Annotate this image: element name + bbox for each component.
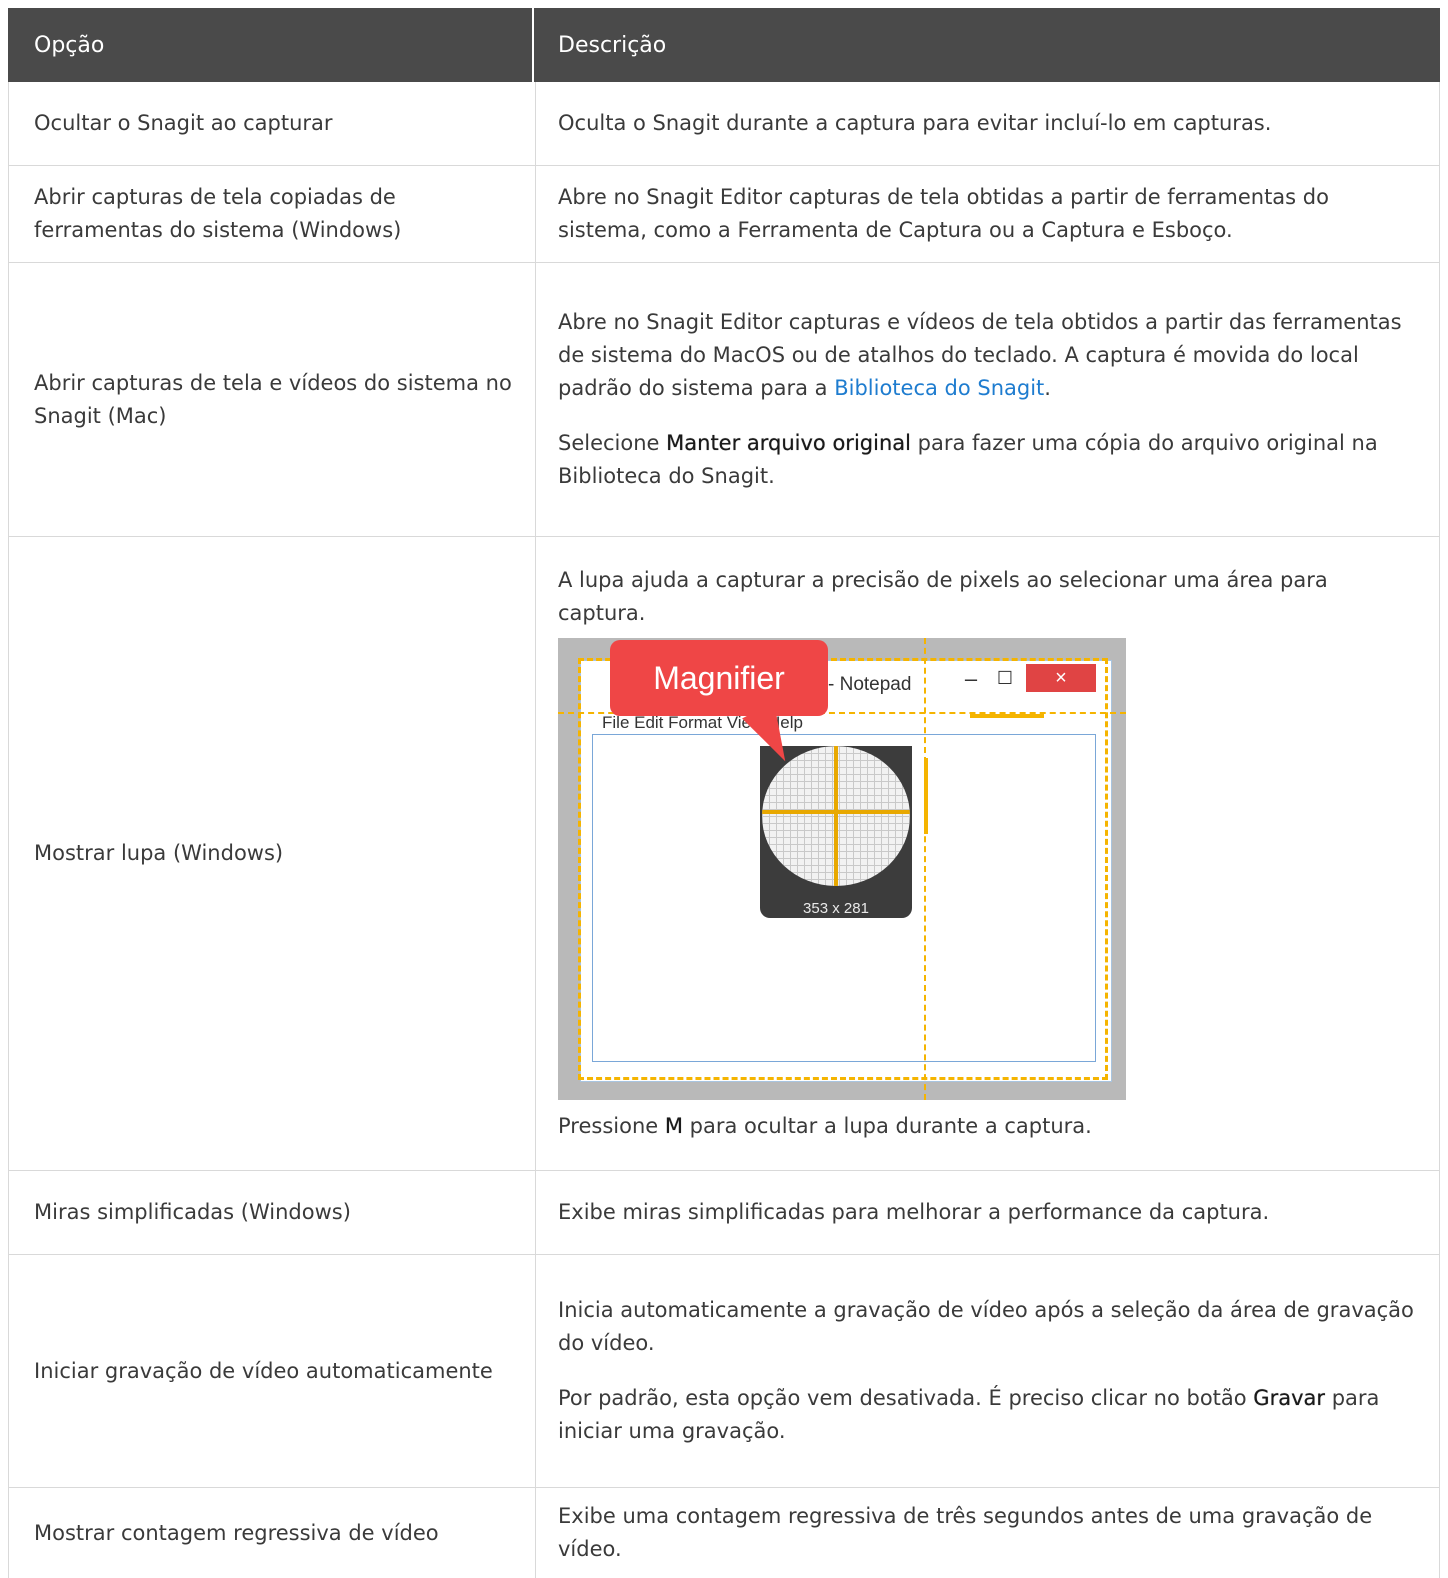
crosshair-vertical [924,638,926,1100]
description-cell: Abre no Snagit Editor capturas e vídeos … [536,263,1440,536]
option-cell: Mostrar contagem regressiva de vídeo [8,1488,536,1578]
note-prefix: Por padrão, esta opção vem desativada. É… [558,1386,1254,1410]
description-text: Inicia automaticamente a gravação de víd… [558,1298,1414,1355]
note-prefix: Pressione [558,1114,665,1138]
description-text: A lupa ajuda a capturar a precisão de pi… [558,568,1328,625]
description-cell: Exibe miras simplificadas para melhorar … [536,1171,1440,1254]
magnifier-icon: 353 x 281 [760,746,912,918]
note-bold: Manter arquivo original [666,431,911,455]
table-row: Mostrar contagem regressiva de vídeo Exi… [8,1488,1440,1578]
option-cell: Abrir capturas de tela copiadas de ferra… [8,166,536,262]
crosshair-bar [924,758,928,834]
note-text: Pressione M para ocultar a lupa durante … [558,1110,1419,1143]
magnifier-screenshot: - Notepad – ☐ × File Edit Format View He… [558,638,1126,1100]
table-row: Miras simplificadas (Windows) Exibe mira… [8,1171,1440,1255]
options-table: Opção Descrição Ocultar o Snagit ao capt… [8,8,1440,1578]
table-row: Abrir capturas de tela e vídeos do siste… [8,263,1440,537]
crosshair-bar [970,714,1044,718]
description-cell: Exibe uma contagem regressiva de três se… [536,1488,1440,1578]
description-text: Abre no Snagit Editor capturas e vídeos … [558,306,1419,405]
description-text-end: . [1044,376,1051,400]
note-suffix: para ocultar a lupa durante a captura. [682,1114,1092,1138]
note-prefix: Selecione [558,431,667,455]
description-cell: A lupa ajuda a capturar a precisão de pi… [536,537,1440,1170]
table-header: Opção Descrição [8,8,1440,82]
description-text: Exibe uma contagem regressiva de três se… [558,1504,1373,1561]
note-bold: M [664,1114,683,1138]
option-cell: Miras simplificadas (Windows) [8,1171,536,1254]
description-text: Oculta o Snagit durante a captura para e… [558,111,1272,135]
note-text: Por padrão, esta opção vem desativada. É… [558,1382,1419,1448]
table-row: Ocultar o Snagit ao capturar Oculta o Sn… [8,82,1440,166]
description-cell: Oculta o Snagit durante a captura para e… [536,82,1440,165]
note-text: Selecione Manter arquivo original para f… [558,427,1419,493]
table-row: Iniciar gravação de vídeo automaticament… [8,1255,1440,1488]
table-row: Mostrar lupa (Windows) A lupa ajuda a ca… [8,537,1440,1171]
header-option: Opção [8,8,534,82]
description-text: Abre no Snagit Editor capturas de tela o… [558,185,1329,242]
description-cell: Abre no Snagit Editor capturas de tela o… [536,166,1440,262]
note-bold: Gravar [1253,1386,1326,1410]
snagit-library-link[interactable]: Biblioteca do Snagit [834,376,1044,400]
magnifier-callout: Magnifier [610,640,828,716]
option-cell: Mostrar lupa (Windows) [8,537,536,1170]
table-row: Abrir capturas de tela copiadas de ferra… [8,166,1440,263]
description-cell: Inicia automaticamente a gravação de víd… [536,1255,1440,1487]
option-cell: Abrir capturas de tela e vídeos do siste… [8,263,536,536]
description-text: Exibe miras simplificadas para melhorar … [558,1200,1270,1224]
option-cell: Ocultar o Snagit ao capturar [8,82,536,165]
header-description: Descrição [558,32,667,58]
magnifier-lens [762,746,910,886]
option-cell: Iniciar gravação de vídeo automaticament… [8,1255,536,1487]
selection-dimensions: 353 x 281 [803,900,869,917]
